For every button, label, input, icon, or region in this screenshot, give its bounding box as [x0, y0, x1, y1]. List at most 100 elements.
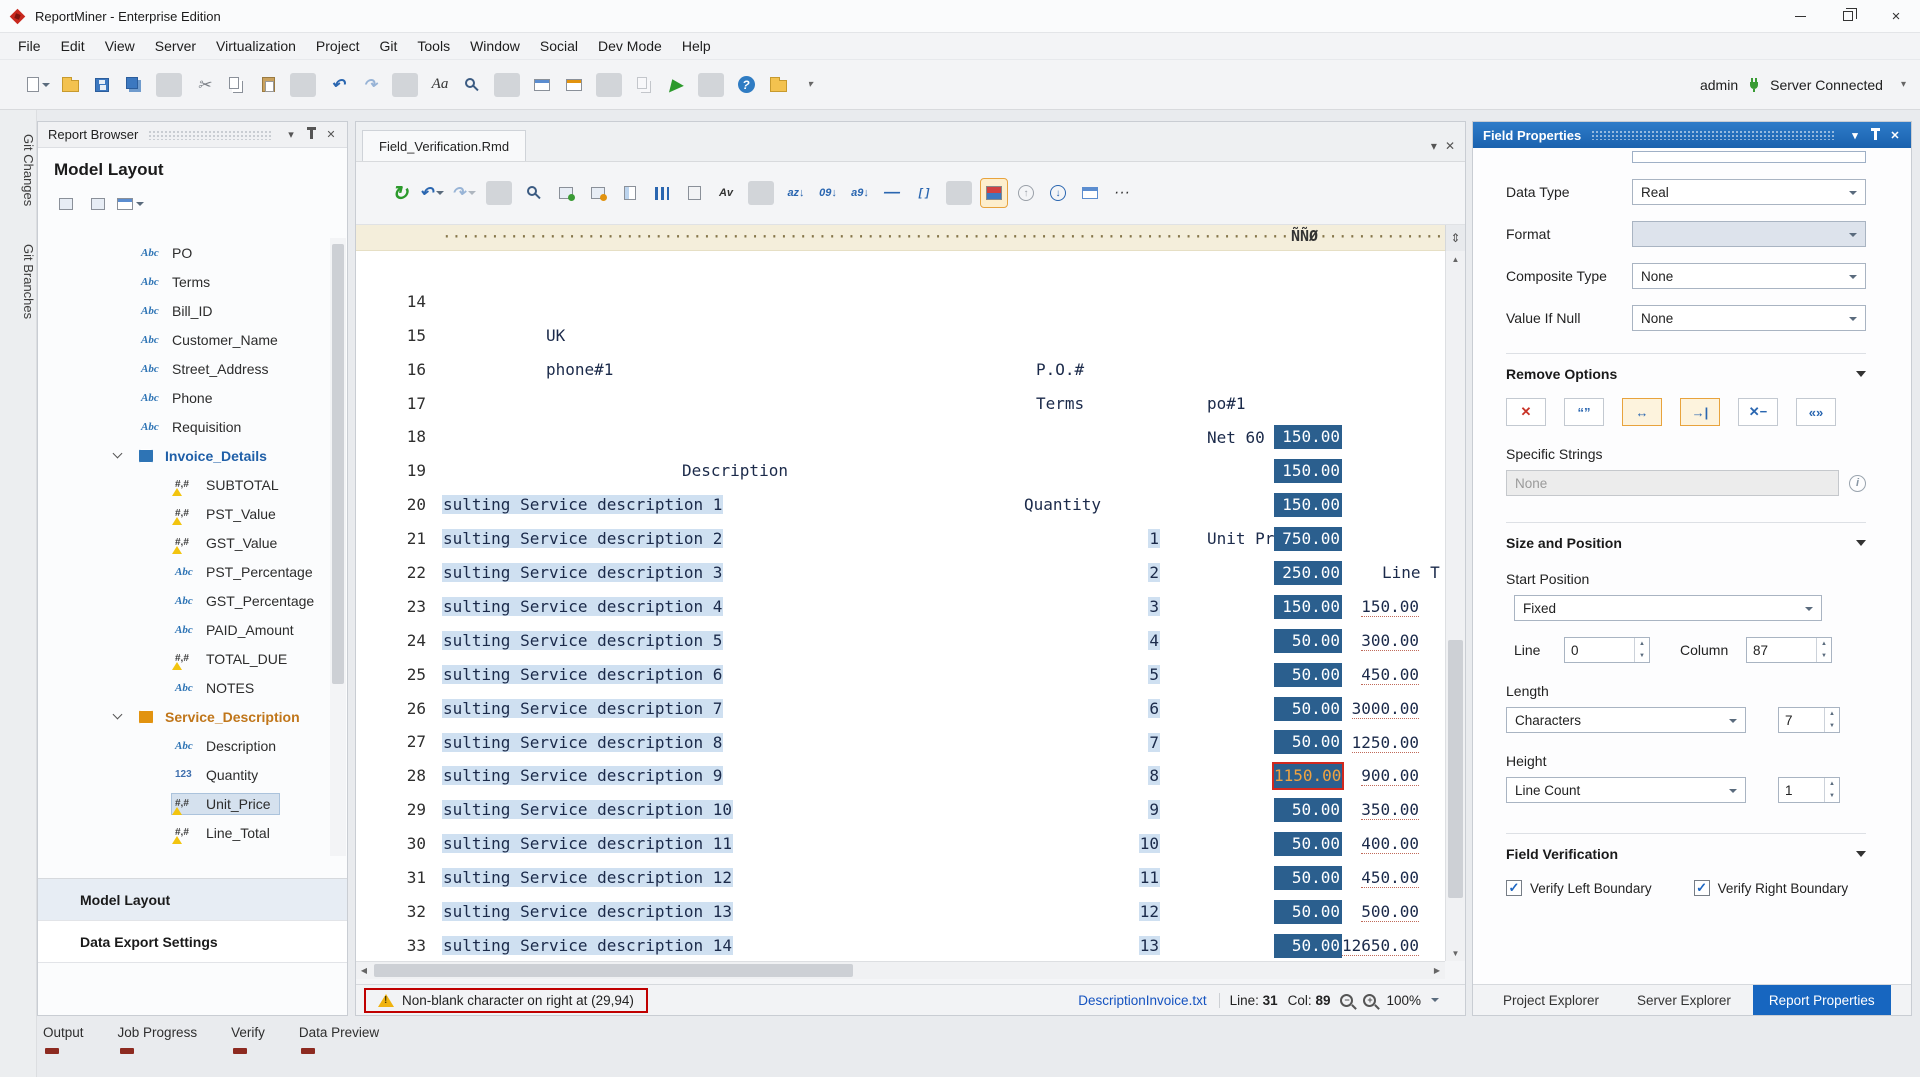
remove-quote-pairs-icon[interactable]: «»	[1796, 398, 1836, 426]
collapse-section-icon[interactable]	[1856, 540, 1866, 546]
tree-item[interactable]: Unit_Price	[38, 789, 329, 818]
tree-item[interactable]: Street_Address	[38, 354, 329, 383]
splitter-handle[interactable]: ⇕	[1445, 225, 1465, 251]
tree-scrollbar[interactable]	[330, 238, 346, 856]
explorer-tab[interactable]: Server Explorer	[1621, 985, 1747, 1015]
close-document-icon[interactable]: ✕	[1445, 139, 1455, 153]
tree-item[interactable]: Quantity	[38, 760, 329, 789]
unit-price-field[interactable]: 50.00	[1274, 900, 1342, 924]
find-button[interactable]	[521, 179, 547, 207]
format-dropdown[interactable]	[1632, 221, 1866, 247]
bottom-tab[interactable]: Verify	[231, 1025, 265, 1056]
undo-button[interactable]: ↶	[325, 71, 351, 99]
help-button[interactable]: ?	[733, 71, 759, 99]
designer-button[interactable]	[529, 71, 555, 99]
dataflow-button[interactable]	[561, 71, 587, 99]
tree-item[interactable]: Requisition	[38, 412, 329, 441]
refresh-button[interactable]: ↻	[387, 179, 413, 207]
explorer-tab[interactable]: Project Explorer	[1487, 985, 1615, 1015]
remove-options-section[interactable]: Remove Options	[1506, 353, 1866, 382]
save-button[interactable]	[89, 71, 115, 99]
report-line[interactable]: 25 sulting Service description 7 7 50.00…	[356, 624, 1445, 658]
copy-button[interactable]	[223, 71, 249, 99]
redo-button[interactable]: ↷	[357, 71, 383, 99]
data-type-dropdown[interactable]: Real	[1632, 179, 1866, 205]
report-line[interactable]: 27 sulting Service description 9 9 50.00…	[356, 692, 1445, 726]
tree-item[interactable]: PST_Percentage	[38, 557, 329, 586]
verify-right-boundary-checkbox[interactable]: Verify Right Boundary	[1694, 880, 1849, 896]
value-if-null-dropdown[interactable]: None	[1632, 305, 1866, 331]
scroll-left-icon[interactable]: ◀	[356, 962, 372, 979]
unit-price-field[interactable]: 50.00	[1274, 798, 1342, 822]
composite-type-dropdown[interactable]: None	[1632, 263, 1866, 289]
pin-icon[interactable]	[301, 126, 321, 144]
sort-09-button[interactable]: 09↓	[815, 179, 841, 207]
report-line[interactable]: 31 sulting Service description 13 13 50.…	[356, 827, 1445, 861]
size-position-section[interactable]: Size and Position	[1506, 522, 1866, 551]
specific-strings-input[interactable]: None	[1506, 470, 1839, 496]
collapse-section-icon[interactable]	[1856, 371, 1866, 377]
unit-price-field[interactable]: 50.00	[1274, 697, 1342, 721]
zoom-in-icon[interactable]: +	[1363, 994, 1376, 1007]
tree-item[interactable]: PST_Value	[38, 499, 329, 528]
start-position-dropdown[interactable]: Fixed	[1514, 595, 1822, 621]
zoom-dropdown-icon[interactable]	[1431, 998, 1439, 1002]
bottom-tab[interactable]: Output	[43, 1025, 84, 1056]
remove-blanks-icon[interactable]: ✕	[1506, 398, 1546, 426]
bottom-tab[interactable]: Data Preview	[299, 1025, 379, 1056]
statistics-button[interactable]	[649, 179, 675, 207]
tree-item[interactable]: Bill_ID	[38, 296, 329, 325]
report-line[interactable]: 24 sulting Service description 6 6 150.0…	[356, 590, 1445, 624]
unit-price-field[interactable]: 50.00	[1274, 629, 1342, 653]
unit-price-field[interactable]: 150.00	[1274, 425, 1342, 449]
unit-price-field[interactable]: 150.00	[1274, 493, 1342, 517]
pattern-ruler[interactable]: ········································…	[356, 225, 1465, 251]
report-line[interactable]: 14 UK P.O.# po#1	[356, 251, 1445, 285]
browse-button[interactable]	[765, 71, 791, 99]
close-panel-icon[interactable]: ✕	[1885, 126, 1905, 144]
tree-scrollbar-thumb[interactable]	[332, 244, 344, 684]
expand-all-button[interactable]	[85, 190, 111, 218]
browser-footer-tab[interactable]: Model Layout	[38, 879, 347, 921]
tree-item[interactable]: PO	[38, 238, 329, 267]
report-line[interactable]: 28 sulting Service description 10 10 50.…	[356, 725, 1445, 759]
move-up-button[interactable]: ↑	[1013, 179, 1039, 207]
scroll-right-icon[interactable]: ▶	[1429, 962, 1445, 979]
font-verify-button[interactable]: Av	[713, 179, 739, 207]
menu-item[interactable]: Help	[672, 34, 721, 58]
line-stepper[interactable]: 0▲▼	[1564, 637, 1650, 663]
column-select-button[interactable]	[617, 179, 643, 207]
report-line[interactable]: 32 sulting Service description 14 14 50.…	[356, 861, 1445, 895]
tree-item[interactable]: Description	[38, 731, 329, 760]
redo-button[interactable]: ↷	[451, 179, 477, 207]
minimize-button[interactable]	[1776, 0, 1824, 32]
menu-item[interactable]: File	[8, 34, 51, 58]
menu-item[interactable]: Virtualization	[206, 34, 306, 58]
window-position-icon[interactable]: ▾	[1845, 126, 1865, 144]
export-layout-button[interactable]	[117, 190, 144, 218]
report-line[interactable]: 29 sulting Service description 11 11 115…	[356, 759, 1445, 793]
report-line[interactable]: 20 sulting Service description 2 2 150.0…	[356, 454, 1445, 488]
horizontal-scrollbar[interactable]: ◀ ▶	[356, 961, 1445, 979]
explorer-tab[interactable]: Report Properties	[1753, 985, 1891, 1015]
find-button[interactable]	[459, 71, 485, 99]
report-line[interactable]: 26 sulting Service description 8 8 50.00…	[356, 658, 1445, 692]
unit-price-field[interactable]: 150.00	[1274, 459, 1342, 483]
save-all-button[interactable]	[121, 71, 147, 99]
menu-item[interactable]: Project	[306, 34, 370, 58]
menu-item[interactable]: View	[95, 34, 145, 58]
vertical-scrollbar[interactable]: ▲ ▼	[1445, 251, 1465, 961]
remove-x-strings-icon[interactable]: ✕−	[1738, 398, 1778, 426]
checkbox-icon[interactable]	[1694, 880, 1710, 896]
report-line[interactable]: 19 sulting Service description 1 1 150.0…	[356, 420, 1445, 454]
menu-item[interactable]: Dev Mode	[588, 34, 672, 58]
open-button[interactable]	[57, 71, 83, 99]
new-file-button[interactable]	[25, 71, 51, 99]
horizontal-scrollbar-thumb[interactable]	[374, 964, 853, 977]
undo-button[interactable]: ↶	[419, 179, 445, 207]
report-line[interactable]: 30 sulting Service description 12 12 50.…	[356, 793, 1445, 827]
cut-button[interactable]: ✂	[191, 71, 217, 99]
window-position-icon[interactable]: ▾	[281, 126, 301, 144]
unit-price-field[interactable]: 50.00	[1274, 730, 1342, 754]
close-button[interactable]: ×	[1872, 0, 1920, 32]
